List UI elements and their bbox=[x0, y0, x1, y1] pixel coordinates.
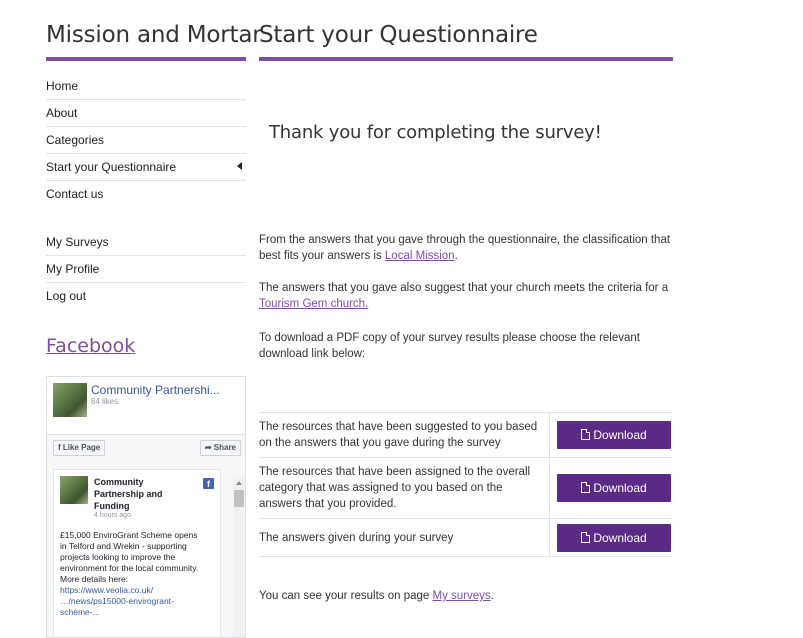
facebook-post-author[interactable]: Community Partnership and Funding bbox=[94, 476, 184, 512]
nav-item-start-questionnaire[interactable]: Start your Questionnaire bbox=[46, 154, 246, 181]
nav-item-start-questionnaire-label: Start your Questionnaire bbox=[46, 160, 177, 174]
facebook-post-link[interactable]: https://www.veolia.co.uk/ bbox=[60, 585, 216, 596]
primary-nav: Home About Categories Start your Questio… bbox=[46, 73, 246, 207]
sidebar: Mission and Mortar Home About Categories… bbox=[46, 0, 262, 638]
results-location-paragraph: You can see your results on page My surv… bbox=[259, 588, 673, 604]
nav-item-contact[interactable]: Contact us bbox=[46, 181, 246, 207]
download-description: The resources that have been suggested t… bbox=[259, 412, 550, 458]
facebook-post-author-line: Community bbox=[94, 477, 144, 487]
facebook-likes-count: 84 likes bbox=[91, 397, 119, 406]
facebook-post-text-line: environment for the local community. bbox=[60, 563, 199, 573]
download-action-cell: Download bbox=[549, 457, 673, 519]
download-category-resources-button[interactable]: Download bbox=[557, 474, 671, 502]
table-row: The resources that have been assigned to… bbox=[259, 457, 673, 519]
pdf-file-icon bbox=[581, 482, 591, 493]
facebook-heading-link[interactable]: Facebook bbox=[46, 335, 246, 357]
nav-item-categories[interactable]: Categories bbox=[46, 127, 246, 154]
facebook-post-avatar[interactable] bbox=[60, 476, 88, 504]
main-content: Start your Questionnaire Thank you for c… bbox=[259, 0, 673, 602]
thank-you-heading: Thank you for completing the survey! bbox=[269, 122, 602, 143]
download-intro-paragraph: To download a PDF copy of your survey re… bbox=[259, 332, 640, 360]
facebook-post-text-line: in Telford and Wrekin - supporting bbox=[60, 541, 187, 551]
facebook-page-thumbnail[interactable] bbox=[53, 383, 87, 417]
classification-link[interactable]: Local Mission bbox=[385, 250, 455, 262]
table-row: The answers given during your survey Dow… bbox=[259, 518, 673, 557]
results-location-text: You can see your results on page bbox=[259, 590, 433, 602]
site-title[interactable]: Mission and Mortar bbox=[46, 0, 262, 51]
facebook-post-author-line: Funding bbox=[94, 501, 130, 511]
nav-item-home[interactable]: Home bbox=[46, 73, 246, 100]
facebook-post-text-line: More details here: bbox=[60, 574, 129, 584]
scrollbar-thumb[interactable] bbox=[234, 490, 244, 507]
download-suggested-resources-button[interactable]: Download bbox=[557, 421, 671, 449]
download-action-cell: Download bbox=[549, 412, 673, 458]
page-title: Start your Questionnaire bbox=[259, 22, 538, 48]
criteria-text: The answers that you gave also suggest t… bbox=[259, 282, 669, 294]
account-nav: My Surveys My Profile Log out bbox=[46, 229, 246, 309]
criteria-paragraph: The answers that you gave also suggest t… bbox=[259, 280, 673, 312]
facebook-actions-bar: f Like Page ➦ Share bbox=[47, 435, 245, 461]
facebook-post-text-line: projects looking to improve the bbox=[60, 552, 176, 562]
results-location-end: . bbox=[490, 590, 494, 602]
table-row: The resources that have been suggested t… bbox=[259, 412, 673, 458]
download-button-label: Download bbox=[593, 530, 647, 545]
facebook-post-time: 4 hours ago bbox=[94, 512, 131, 519]
nav-item-my-surveys[interactable]: My Surveys bbox=[46, 229, 246, 256]
sidebar-title-underline bbox=[46, 57, 246, 61]
facebook-share-button[interactable]: ➦ Share bbox=[199, 440, 241, 456]
download-description: The answers given during your survey bbox=[259, 518, 550, 557]
download-description: The resources that have been assigned to… bbox=[259, 457, 550, 519]
nav-item-about[interactable]: About bbox=[46, 100, 246, 127]
share-arrow-icon: ➦ bbox=[204, 443, 212, 452]
active-caret-icon bbox=[237, 162, 242, 170]
criteria-link[interactable]: Tourism Gem church. bbox=[259, 298, 368, 310]
facebook-page-name-link[interactable]: Community Partnershi... bbox=[91, 383, 220, 397]
facebook-post-text: £15,000 EnviroGrant Scheme opens in Telf… bbox=[60, 530, 216, 618]
facebook-scrollbar[interactable] bbox=[233, 477, 245, 637]
download-button-label: Download bbox=[593, 481, 647, 495]
scroll-up-arrow-icon[interactable] bbox=[236, 481, 242, 485]
facebook-post-link[interactable]: …/news/ps15000-envirogrant- bbox=[60, 596, 216, 607]
facebook-share-label: Share bbox=[213, 443, 236, 452]
pdf-file-icon bbox=[581, 531, 591, 543]
facebook-page-header: Community Partnershi... 84 likes bbox=[47, 377, 245, 435]
my-surveys-link[interactable]: My surveys bbox=[432, 590, 490, 602]
facebook-post-author-line: Partnership and bbox=[94, 489, 163, 499]
classification-text: From the answers that you gave through t… bbox=[259, 234, 671, 262]
page-title-underline bbox=[259, 57, 673, 61]
classification-paragraph: From the answers that you gave through t… bbox=[259, 232, 673, 264]
facebook-like-page-button[interactable]: f Like Page bbox=[53, 440, 106, 456]
nav-item-log-out[interactable]: Log out bbox=[46, 283, 246, 309]
facebook-post-text-line: £15,000 EnviroGrant Scheme opens bbox=[60, 530, 198, 540]
download-button-label: Download bbox=[593, 428, 647, 442]
classification-end: . bbox=[454, 250, 458, 262]
download-action-cell: Download bbox=[549, 518, 673, 557]
facebook-page-widget: Community Partnershi... 84 likes f Like … bbox=[46, 376, 246, 638]
download-survey-answers-button[interactable]: Download bbox=[557, 523, 671, 552]
downloads-table: The resources that have been suggested t… bbox=[259, 412, 673, 557]
facebook-like-icon: f bbox=[58, 443, 61, 452]
facebook-like-label: Like Page bbox=[62, 443, 101, 452]
pdf-file-icon bbox=[581, 429, 591, 440]
nav-item-my-profile[interactable]: My Profile bbox=[46, 256, 246, 283]
facebook-logo-icon: f bbox=[203, 478, 214, 489]
